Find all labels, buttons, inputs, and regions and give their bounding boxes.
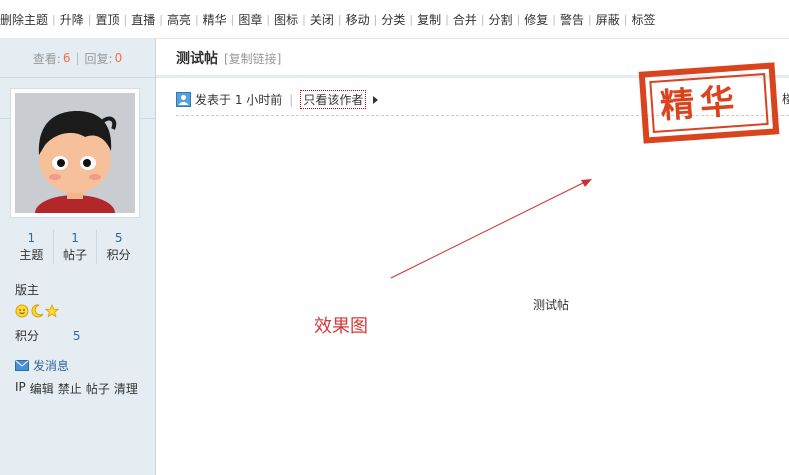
- toolbar-item[interactable]: 复制: [413, 11, 445, 28]
- copy-link-button[interactable]: [复制链接]: [224, 50, 281, 67]
- toolbar-item[interactable]: 置顶: [91, 11, 123, 28]
- toolbar-item[interactable]: 直播: [127, 11, 159, 28]
- stats-divider: |: [75, 51, 80, 65]
- counter-label: 积分: [106, 248, 131, 262]
- toolbar-item[interactable]: 高亮: [163, 11, 195, 28]
- sun-icon: [15, 304, 29, 318]
- toolbar-item[interactable]: 标签: [627, 11, 659, 28]
- toolbar-item[interactable]: 屏蔽: [592, 11, 624, 28]
- counter-threads[interactable]: 1 主题: [10, 230, 54, 264]
- star-icon: [45, 304, 59, 318]
- post-body: 测试帖: [533, 298, 570, 312]
- post-meta: 发表于 1 小时前 | 只看该作者: [176, 90, 379, 109]
- counter-label: 帖子: [63, 248, 88, 262]
- thread-title: 测试帖: [176, 51, 218, 67]
- send-message-link[interactable]: 发消息: [15, 357, 69, 374]
- post-time: 发表于 1 小时前: [195, 93, 283, 107]
- stamp-label: 精华: [658, 81, 742, 127]
- counter-value: 1: [71, 231, 79, 245]
- counter-posts[interactable]: 1 帖子: [54, 230, 98, 264]
- toolbar-item[interactable]: 修复: [520, 11, 552, 28]
- avatar[interactable]: [10, 88, 140, 218]
- counter-value: 5: [114, 231, 123, 245]
- views-label: 查看:: [32, 51, 61, 66]
- points-value: 5: [72, 329, 81, 343]
- toolbar-item[interactable]: 精华: [199, 11, 231, 28]
- counter-value: 1: [27, 231, 36, 245]
- author-counters: 1 主题 1 帖子 5 积分: [10, 230, 140, 264]
- annotation-label: 效果图: [314, 316, 368, 337]
- menu-arrow-icon[interactable]: [373, 95, 379, 104]
- admin-toolbar: 删除主题 | 升降 | 置顶 | 直播 | 高亮 | 精华 | 图章 | 图标 | 关闭 | 移动 | 分类 | 复制 | 合并…: [0, 0, 789, 39]
- admin-link-posts[interactable]: 帖子: [86, 380, 110, 397]
- toolbar-items: 删除主题 | 升降 | 置顶 | 直播 | 高亮 | 精华 | 图章 | 图标 | 关闭 | 移动 | 分类 | 复制 | 合并…: [0, 11, 660, 28]
- toolbar-item[interactable]: 图章: [234, 11, 266, 28]
- toolbar-item[interactable]: 图标: [270, 11, 302, 28]
- only-author-link[interactable]: 只看该作者: [300, 90, 367, 109]
- admin-link-edit[interactable]: 编辑: [30, 380, 54, 397]
- toolbar-item[interactable]: 移动: [342, 11, 374, 28]
- counter-label: 主题: [19, 248, 44, 262]
- avatar-image: [15, 93, 135, 213]
- user-status-icon: [176, 92, 191, 107]
- toolbar-item[interactable]: 删除主题: [0, 11, 52, 28]
- toolbar-item[interactable]: 关闭: [306, 11, 338, 28]
- views-count: 6: [62, 51, 71, 65]
- moon-icon: [31, 304, 44, 318]
- toolbar-item[interactable]: 分割: [485, 11, 517, 28]
- thread-stats: 查看: 6 | 回复: 0: [0, 39, 155, 78]
- admin-links: IP 编辑 禁止 帖子 清理: [15, 380, 138, 397]
- admin-link-clean[interactable]: 清理: [114, 380, 138, 397]
- toolbar-item[interactable]: 合并: [449, 11, 481, 28]
- points-label: 积分: [15, 329, 40, 343]
- replies-count: 0: [114, 51, 123, 65]
- admin-link-ip[interactable]: IP: [15, 380, 26, 397]
- replies-label: 回复:: [84, 51, 113, 66]
- send-message-label: 发消息: [33, 359, 70, 373]
- meta-divider: |: [289, 92, 294, 107]
- user-group[interactable]: 版主: [15, 281, 39, 298]
- toolbar-item[interactable]: 升降: [56, 11, 88, 28]
- toolbar-item[interactable]: 分类: [377, 11, 409, 28]
- thread-title-row: 测试帖 [复制链接]: [176, 48, 281, 68]
- points-row: 积分 5: [15, 327, 80, 344]
- admin-link-ban[interactable]: 禁止: [58, 380, 82, 397]
- rank-medals: [15, 304, 59, 318]
- toolbar-item[interactable]: 警告: [556, 11, 588, 28]
- counter-points[interactable]: 5 积分: [97, 230, 140, 264]
- floor-label: 楼: [782, 92, 789, 106]
- annotation-arrow-icon: [390, 179, 592, 279]
- envelope-icon: [15, 360, 29, 371]
